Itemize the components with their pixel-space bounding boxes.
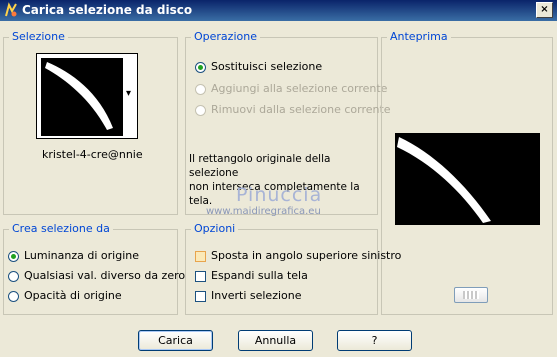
selection-name: kristel-4-cre@nnie [42,148,143,161]
opzioni-group: Opzioni Sposta in angolo superiore sinis… [185,223,401,315]
close-button[interactable]: × [536,2,553,18]
radio-sostituisci-label[interactable]: Sostituisci selezione [211,60,322,73]
window-title: Carica selezione da disco [22,3,193,17]
radio-opacita[interactable] [8,291,19,302]
zoom-icon [463,291,479,299]
checkbox-inverti-label[interactable]: Inverti selezione [211,289,302,302]
radio-qualsiasi[interactable] [8,271,19,282]
checkbox-sposta[interactable] [195,251,206,262]
anteprima-group: Anteprima [381,31,553,315]
radio-opacita-label[interactable]: Opacità di origine [24,289,122,302]
crea-selezione-group-label: Crea selezione da [9,223,113,235]
help-button[interactable]: ? [337,330,412,351]
radio-luminanza-label[interactable]: Luminanza di origine [24,249,139,262]
watermark-title: Pinuccia [236,184,323,206]
checkbox-inverti[interactable] [195,291,206,302]
watermark-url: www.maidiregrafica.eu [206,206,321,217]
radio-qualsiasi-label[interactable]: Qualsiasi val. diverso da zero [24,269,185,282]
radio-aggiungi-label: Aggiungi alla selezione corrente [211,82,388,95]
selection-thumbnail [40,57,124,137]
radio-sostituisci[interactable] [195,62,206,73]
operazione-group-label: Operazione [191,31,260,43]
anteprima-group-label: Anteprima [387,31,451,43]
checkbox-sposta-label[interactable]: Sposta in angolo superiore sinistro [211,249,401,262]
preview-image [395,133,540,225]
selezione-group: Selezione ▾ kristel-4-cre@nnie [3,31,178,215]
dropdown-arrow-icon[interactable]: ▾ [126,88,131,99]
radio-rimuovi-label: Rimuovi dalla selezione corrente [211,103,391,116]
app-icon [3,2,19,18]
radio-luminanza[interactable] [8,251,19,262]
close-icon: × [540,4,549,15]
opzioni-group-label: Opzioni [191,223,239,235]
cancel-button[interactable]: Annulla [238,330,313,351]
selection-thumbnail-dropdown[interactable]: ▾ [36,53,138,139]
radio-aggiungi [195,84,206,95]
title-bar: Carica selezione da disco × [0,0,557,21]
selezione-group-label: Selezione [9,31,68,43]
crea-selezione-group: Crea selezione da Luminanza di origine Q… [3,223,185,315]
checkbox-espandi[interactable] [195,271,206,282]
load-button[interactable]: Carica [138,330,213,351]
zoom-button[interactable] [454,287,488,303]
checkbox-espandi-label[interactable]: Espandi sulla tela [211,269,308,282]
radio-rimuovi [195,105,206,116]
